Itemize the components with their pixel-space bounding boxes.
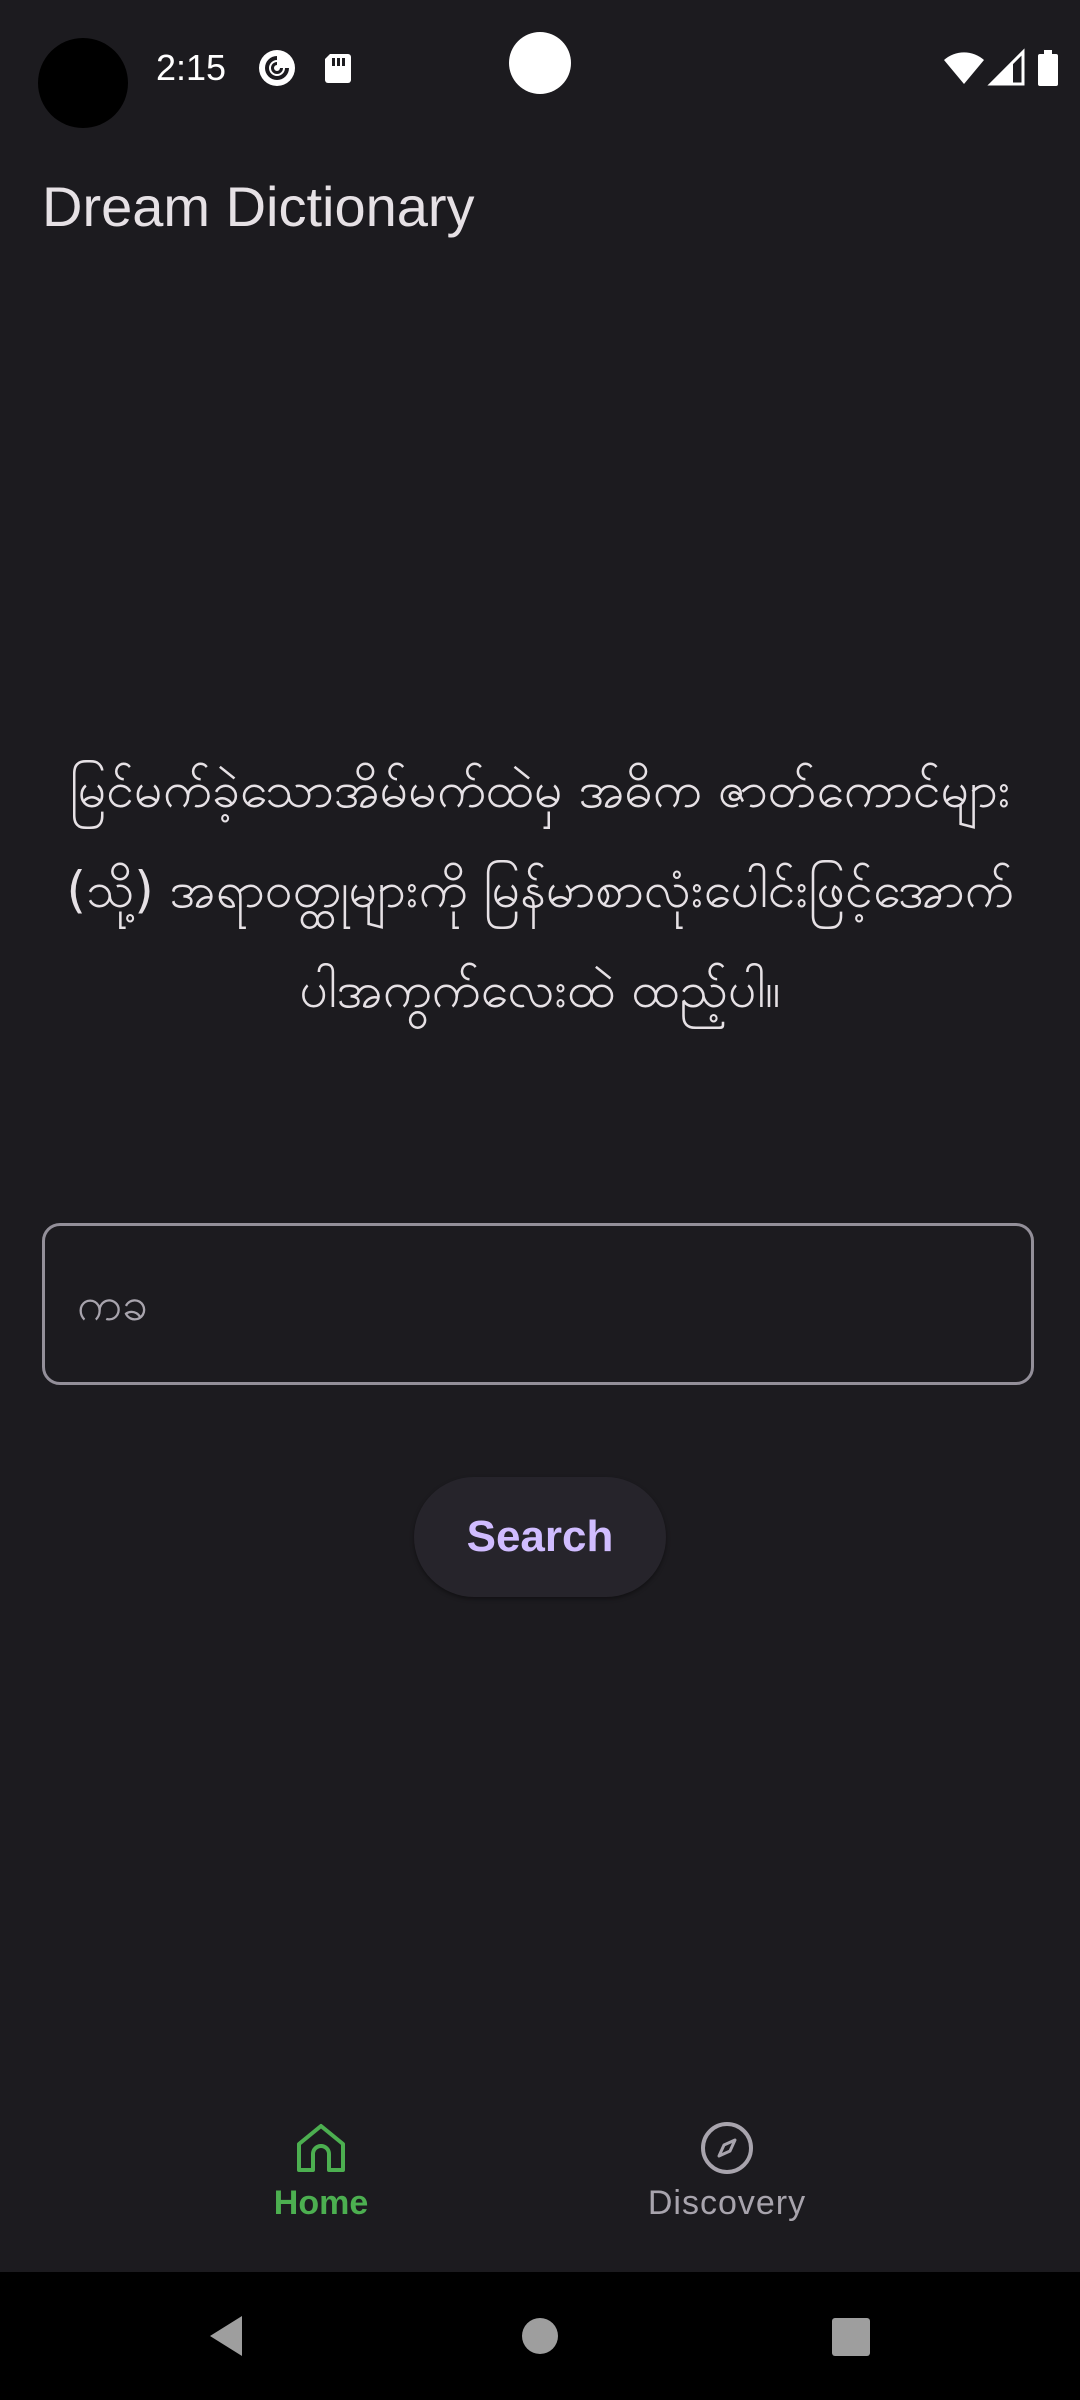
search-field[interactable] bbox=[42, 1223, 1034, 1385]
search-input[interactable] bbox=[75, 1225, 1031, 1383]
compass-icon bbox=[697, 2118, 757, 2178]
app-title: Dream Dictionary bbox=[42, 175, 475, 238]
front-camera bbox=[38, 38, 128, 128]
nav-item-home[interactable]: Home bbox=[181, 2118, 461, 2258]
wifi-icon bbox=[942, 48, 986, 88]
back-icon[interactable] bbox=[196, 2306, 256, 2366]
camera-cutout bbox=[509, 32, 571, 94]
battery-icon bbox=[1036, 48, 1060, 88]
nav-label-discovery: Discovery bbox=[647, 2184, 807, 2222]
pocket-casts-icon bbox=[257, 48, 297, 88]
nav-item-discovery[interactable]: Discovery bbox=[587, 2118, 867, 2258]
recents-icon[interactable] bbox=[820, 2306, 880, 2366]
sd-card-icon bbox=[318, 48, 358, 88]
intro-text: မြင်မက်ခဲ့သောအိမ်မက်ထဲမှ အဓိက ဇာတ်ကောင်မ… bbox=[66, 761, 1014, 1019]
cell-signal-icon bbox=[987, 48, 1027, 88]
home-icon bbox=[291, 2118, 351, 2178]
home-circle-icon[interactable] bbox=[510, 2306, 570, 2366]
screen: 2:15 Dream Dictionary မြင်မက်ခဲ့သောအိမ်မ… bbox=[0, 0, 1080, 2400]
search-button[interactable]: Search bbox=[414, 1477, 666, 1597]
status-time: 2:15 bbox=[156, 47, 227, 88]
nav-label-home: Home bbox=[273, 2184, 369, 2222]
bottom-navigation: Home Discovery bbox=[0, 2088, 1080, 2272]
system-navigation-bar bbox=[0, 2272, 1080, 2400]
status-bar: 2:15 bbox=[0, 0, 1080, 135]
